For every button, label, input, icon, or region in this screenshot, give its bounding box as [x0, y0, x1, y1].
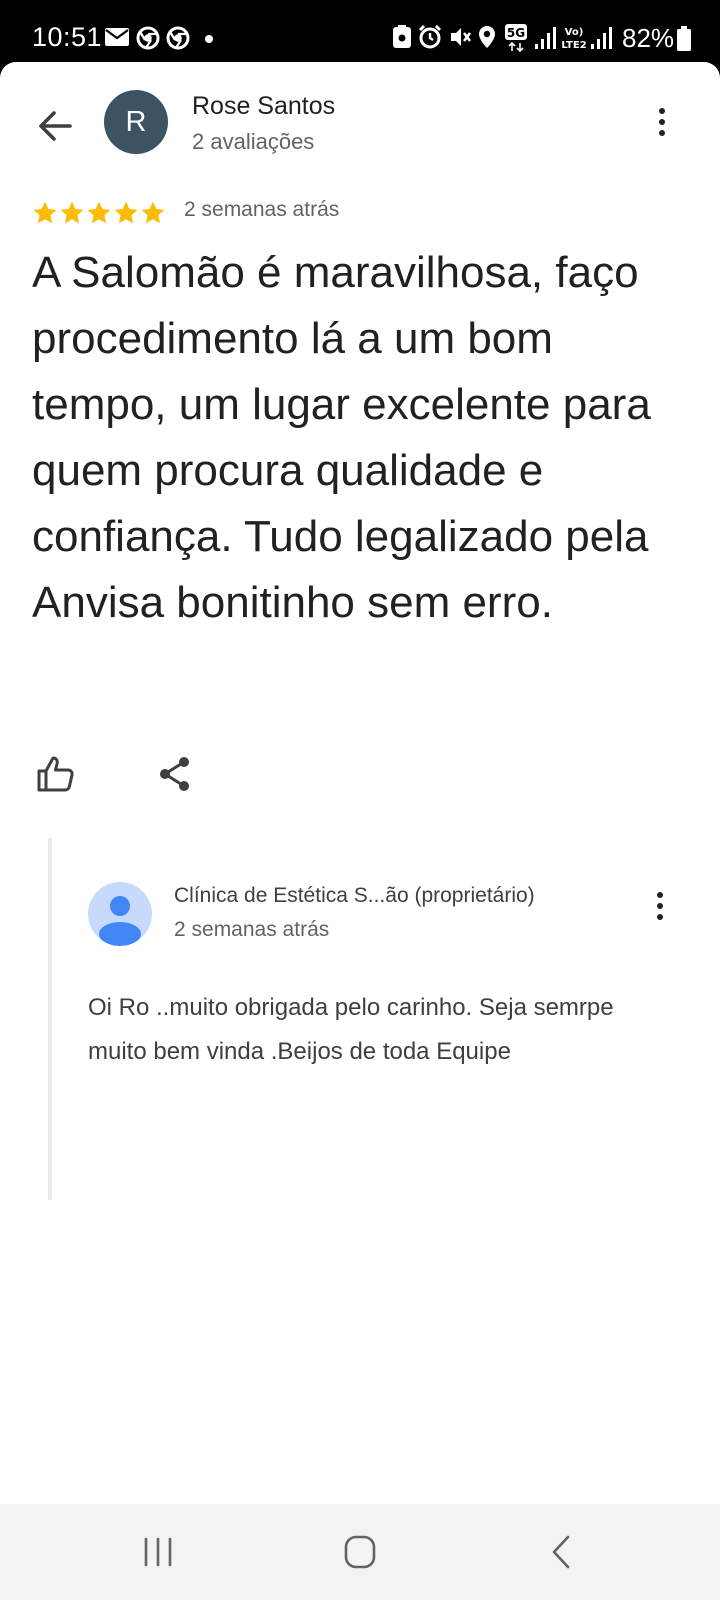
like-button[interactable]	[34, 752, 78, 796]
star-icon	[32, 200, 58, 231]
owner-response-more-options-button[interactable]	[646, 888, 674, 932]
5g-icon: 5G	[504, 24, 528, 57]
svg-text:LTE2: LTE2	[561, 40, 586, 51]
chevron-left-icon	[552, 1535, 570, 1569]
svg-text:Vo): Vo)	[565, 27, 584, 38]
reviewer-name[interactable]: Rose Santos	[192, 90, 335, 122]
save-icon	[392, 24, 412, 55]
signal-icon	[590, 24, 612, 55]
reviewer-avatar[interactable]: R	[104, 90, 168, 154]
review-text: A Salomão é maravilhosa, faço procedimen…	[32, 248, 651, 627]
reviewer-review-count: 2 avaliações	[192, 129, 315, 154]
star-icon	[140, 200, 166, 231]
owner-name[interactable]: Clínica de Estética S...ão (proprietário…	[174, 882, 535, 910]
volte-icon: Vo) LTE2	[560, 24, 588, 57]
svg-text:5G: 5G	[507, 26, 525, 40]
review-time: 2 semanas atrás	[184, 198, 340, 221]
mute-icon	[448, 24, 472, 55]
owner-response-time: 2 semanas atrás	[174, 918, 330, 941]
review-detail-sheet: R Rose Santos 2 avaliações 2 semanas atr…	[0, 62, 720, 1504]
arrow-left-icon	[39, 111, 72, 141]
star-icon	[86, 200, 112, 231]
signal-icon	[534, 24, 556, 55]
back-nav-button[interactable]	[540, 1532, 584, 1572]
review-more-options-button[interactable]	[648, 104, 676, 148]
back-button[interactable]	[34, 104, 78, 148]
thumb-up-icon	[37, 756, 74, 792]
recent-apps-button[interactable]	[136, 1532, 180, 1572]
alarm-icon	[418, 24, 442, 55]
home-button[interactable]	[338, 1532, 382, 1572]
navigation-bar	[0, 1504, 720, 1600]
owner-avatar[interactable]	[88, 882, 152, 946]
recent-apps-icon	[144, 1537, 172, 1567]
status-time: 10:51	[32, 22, 103, 52]
share-icon	[160, 757, 189, 791]
status-bar: 10:51 5G Vo) LTE2 82%	[0, 0, 720, 62]
star-icon	[113, 200, 139, 231]
chrome-icon	[166, 26, 190, 55]
location-icon	[478, 24, 496, 55]
owner-response: Clínica de Estética S...ão (proprietário…	[48, 838, 720, 1200]
battery-icon	[676, 26, 692, 57]
owner-response-text: Oi Ro ..muito obrigada pelo carinho. Sej…	[88, 994, 614, 1065]
home-icon	[344, 1535, 376, 1569]
star-icon	[59, 200, 85, 231]
dot-icon	[204, 26, 214, 55]
battery-percent: 82%	[622, 23, 675, 53]
chrome-icon	[136, 26, 160, 55]
share-button[interactable]	[154, 752, 198, 796]
person-icon	[99, 896, 141, 946]
mail-icon	[104, 26, 130, 53]
